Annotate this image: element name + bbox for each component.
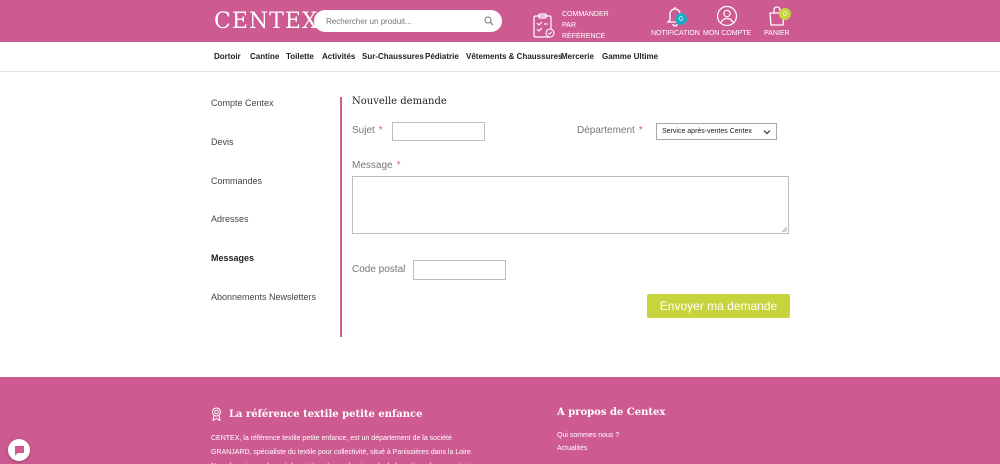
nav-item-activites[interactable]: Activités [322, 52, 355, 61]
nav-item-gamme-ultime[interactable]: Gamme Ultime [602, 52, 658, 61]
sidebar-item-compte-centex[interactable]: Compte Centex [211, 98, 274, 108]
footer-link-who-we-are[interactable]: Qui sommes nous ? [557, 432, 619, 439]
search-bar [314, 10, 502, 32]
order-ref-line2: RÉFÉRENCE [562, 33, 606, 40]
notification-button[interactable]: NOTIFICATION 0 [651, 5, 700, 37]
user-icon [717, 5, 738, 27]
footer-about-text: CENTEX, la référence textile petite enfa… [211, 435, 473, 464]
message-label-text: Message [352, 160, 393, 171]
postal-code-input[interactable] [413, 260, 506, 280]
my-account-label: MON COMPTE [703, 30, 752, 37]
nav-item-cantine[interactable]: Cantine [250, 52, 279, 61]
order-by-reference-text: COMMANDER PAR RÉFÉRENCE [562, 9, 624, 42]
form-title: Nouvelle demande [352, 96, 447, 107]
my-account-button[interactable]: MON COMPTE [703, 5, 751, 37]
sidebar-item-newsletters[interactable]: Abonnements Newsletters [211, 292, 316, 302]
submit-request-button[interactable]: Envoyer ma demande [647, 294, 790, 318]
award-ribbon-icon [211, 407, 222, 421]
sidebar-item-devis[interactable]: Devis [211, 137, 234, 147]
notification-count-badge: 0 [675, 13, 687, 25]
cart-count-badge: 0 [779, 8, 791, 20]
sidebar-item-adresses[interactable]: Adresses [211, 214, 249, 224]
message-textarea[interactable] [352, 176, 789, 234]
department-label: Département * [577, 125, 643, 136]
department-select[interactable]: Service après-ventes Centex [656, 123, 777, 140]
footer-left-title: La référence textile petite enfance [229, 409, 423, 420]
department-label-text: Département [577, 125, 635, 136]
nav-item-sur-chaussures[interactable]: Sur-Chaussures [362, 52, 424, 61]
cart-button[interactable]: PANIER 0 [764, 5, 791, 37]
order-ref-line1: COMMANDER PAR [562, 11, 609, 29]
subject-required-mark: * [378, 125, 383, 136]
message-required-mark: * [396, 160, 401, 171]
sidebar-divider [340, 97, 342, 337]
sidebar-item-messages[interactable]: Messages [211, 253, 254, 263]
subject-label-text: Sujet [352, 125, 375, 136]
clipboard-check-icon [533, 12, 555, 38]
footer-right-title: A propos de Centex [557, 407, 666, 418]
cart-label: PANIER [764, 30, 790, 37]
search-input[interactable] [326, 16, 476, 26]
sidebar-item-commandes[interactable]: Commandes [211, 176, 262, 186]
notification-label: NOTIFICATION [651, 30, 700, 37]
search-icon[interactable] [484, 16, 494, 26]
footer-link-news[interactable]: Actualités [557, 445, 587, 452]
chat-bubble-icon [14, 445, 24, 455]
department-required-mark: * [638, 125, 643, 136]
department-selected-value: Service après-ventes Centex [662, 128, 752, 135]
top-header: CENTEX COMMANDER PAR RÉFÉRENCE [0, 0, 1000, 42]
nav-item-pediatrie[interactable]: Pédiatrie [425, 52, 459, 61]
nav-item-dortoir[interactable]: Dortoir [214, 52, 241, 61]
nav-item-vetements-chaussures[interactable]: Vêtements & Chaussures [466, 52, 562, 61]
postal-code-label: Code postal [352, 264, 406, 275]
nav-item-toilette[interactable]: Toilette [286, 52, 314, 61]
resize-grip-icon[interactable] [781, 226, 787, 232]
order-by-reference-link[interactable]: COMMANDER PAR RÉFÉRENCE [532, 9, 624, 42]
message-label: Message * [352, 160, 400, 171]
category-navigation: Dortoir Cantine Toilette Activités Sur-C… [0, 42, 1000, 72]
subject-label: Sujet * [352, 125, 383, 136]
subject-input[interactable] [392, 122, 485, 141]
logo-text: CENTEX [214, 8, 319, 34]
chevron-down-icon [763, 130, 771, 135]
chat-widget-button[interactable] [8, 439, 30, 461]
site-footer [0, 377, 1000, 464]
nav-item-mercerie[interactable]: Mercerie [561, 52, 594, 61]
